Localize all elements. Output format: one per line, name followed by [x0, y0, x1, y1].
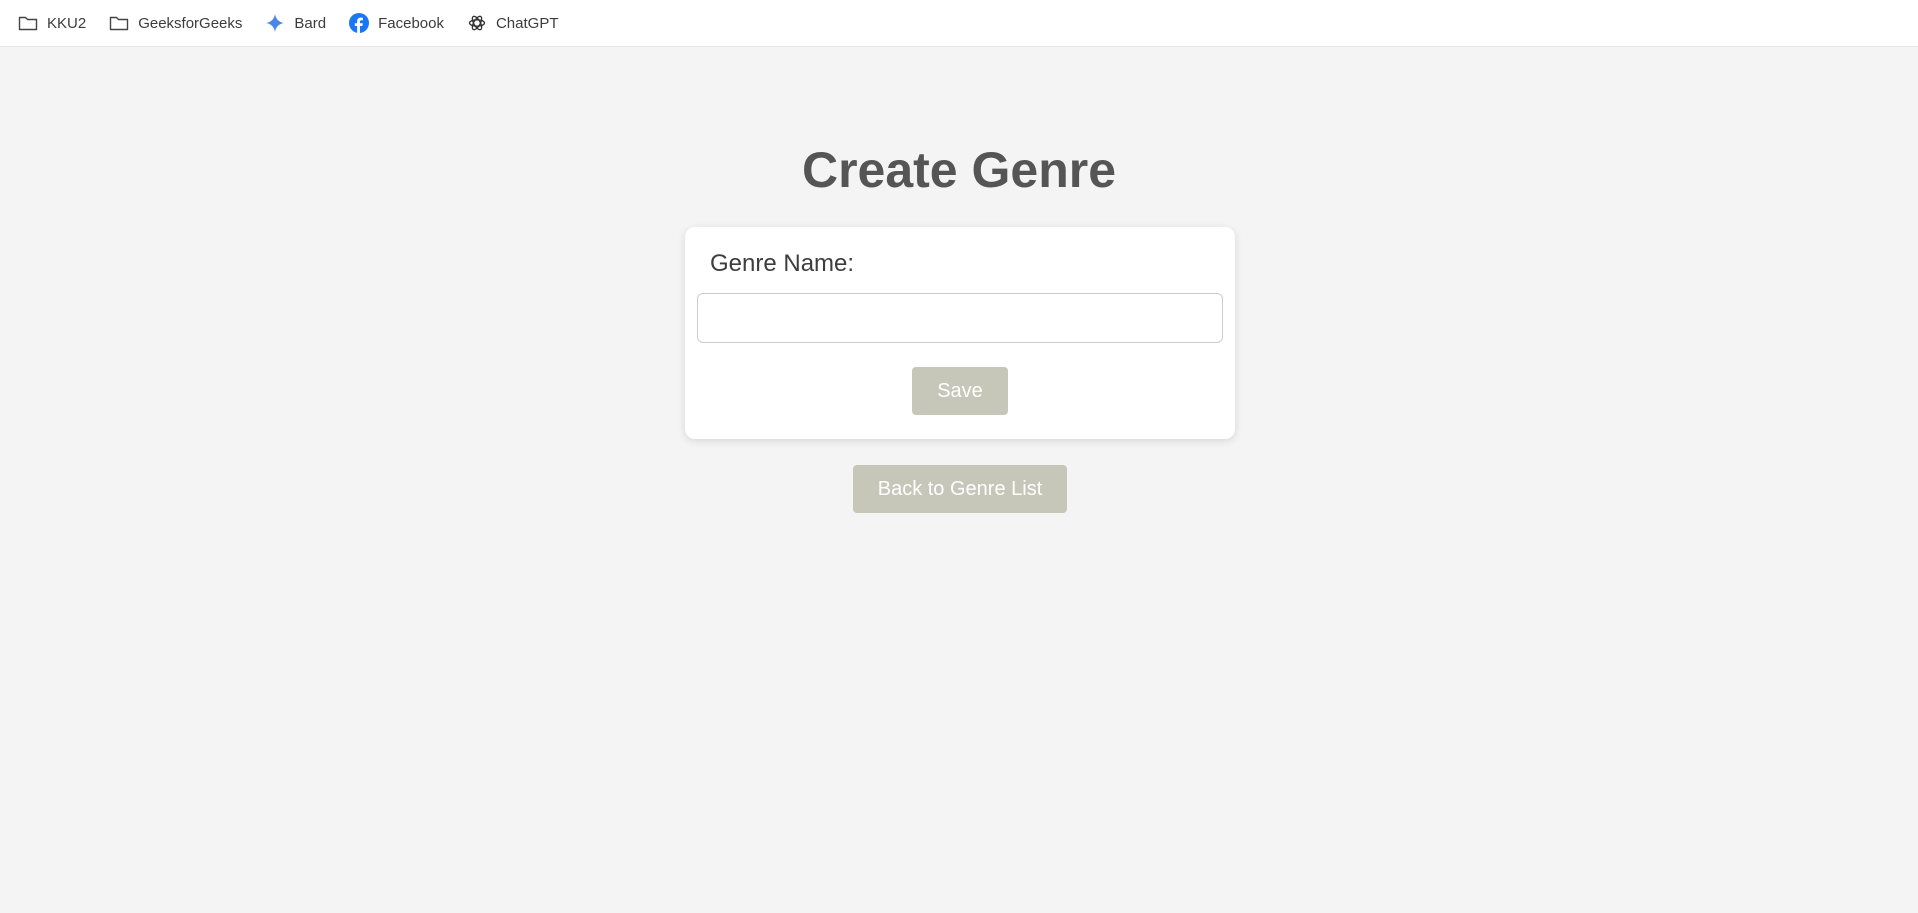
chatgpt-icon	[466, 12, 488, 34]
genre-name-input[interactable]	[697, 293, 1223, 343]
bookmark-label: Facebook	[378, 14, 444, 32]
bookmark-label: GeeksforGeeks	[138, 14, 243, 32]
bookmark-kku2[interactable]: KKU2	[17, 8, 92, 38]
bookmark-facebook[interactable]: Facebook	[348, 8, 450, 38]
bookmark-label: KKU2	[47, 14, 87, 32]
genre-form-card: Genre Name: Save	[685, 227, 1235, 439]
bookmark-bard[interactable]: Bard	[264, 8, 332, 38]
back-to-genre-list-button[interactable]: Back to Genre List	[853, 465, 1067, 513]
folder-icon	[108, 12, 130, 34]
bookmark-label: ChatGPT	[495, 14, 559, 32]
genre-name-label: Genre Name:	[710, 250, 855, 277]
facebook-icon	[348, 12, 370, 34]
folder-icon	[17, 12, 39, 34]
bookmark-geeksforgeeks[interactable]: GeeksforGeeks	[108, 8, 248, 38]
bookmarks-bar: KKU2 GeeksforGeeks Bard Facebook ChatGPT	[0, 0, 1918, 47]
bookmark-chatgpt[interactable]: ChatGPT	[466, 8, 565, 38]
page-title: Create Genre	[801, 142, 1117, 198]
bookmark-label: Bard	[294, 14, 327, 32]
main-content: Create Genre Genre Name: Save Back to Ge…	[0, 48, 1918, 913]
bard-sparkle-icon	[264, 12, 286, 34]
save-button[interactable]: Save	[912, 367, 1008, 415]
